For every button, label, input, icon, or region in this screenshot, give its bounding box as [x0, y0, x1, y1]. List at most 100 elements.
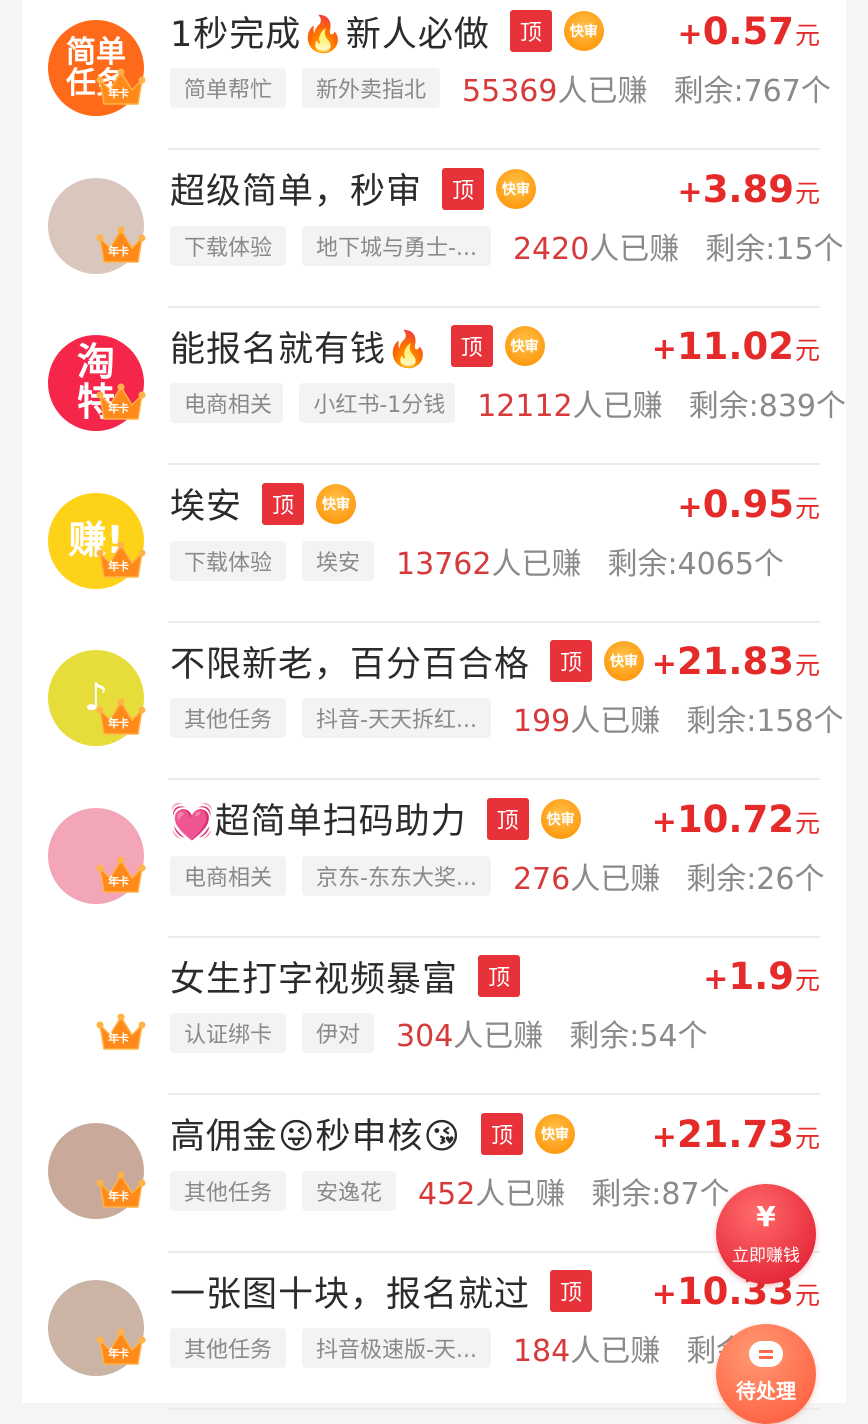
task-reward: +11.02 元 [651, 325, 820, 368]
task-title-row: 💓超简单扫码助力 顶 快审 [170, 794, 581, 844]
remaining-count: 剩余:87个 [591, 1176, 730, 1211]
app-tag: 安逸花 [302, 1170, 397, 1211]
app-tag: 伊对 [302, 1013, 375, 1053]
task-info-row: 电商相关 京东-东东大奖... 276人已赚 剩余:26个 [170, 855, 846, 896]
task-reward: +10.33 元 [651, 1270, 820, 1313]
crown-icon: 年卡 [96, 383, 146, 423]
crown-icon: 年卡 [96, 68, 146, 108]
chat-bubble-icon [749, 1340, 783, 1367]
reward-amount: 1.9 [728, 955, 794, 998]
task-title: 超级简单，秒审 [170, 172, 423, 212]
divider [168, 1408, 820, 1410]
task-title: 女生打字视频暴富 [170, 959, 459, 1000]
task-title-row: 埃安 顶 快审 [170, 479, 357, 529]
category-tag: 简单帮忙 [170, 68, 287, 108]
fast-review-badge: 快审 [563, 11, 604, 51]
top-badge: 顶 [442, 167, 485, 210]
pending-button[interactable]: 待处理 [716, 1324, 816, 1424]
reward-unit: 元 [794, 808, 820, 838]
task-title: 💓超简单扫码助力 [170, 802, 467, 842]
app-tag: 抖音极速版-天... [302, 1328, 491, 1368]
task-info-row: 简单帮忙 新外卖指北 55369人已赚 剩余:767个 [170, 68, 846, 108]
earned-count: 2420人已赚 [512, 231, 680, 266]
earned-count: 452人已赚 [418, 1176, 566, 1211]
top-badge: 顶 [550, 640, 593, 682]
app-tag: 小红书-1分钱 [299, 383, 456, 423]
task-row[interactable]: 年卡 💓超简单扫码助力 顶 快审 +10.72 元 电商相关 京东-东东大奖...… [22, 780, 846, 938]
task-row[interactable]: ♪ 年卡 不限新老，百分百合格 顶 快审 +21.83 元 其他任务 抖音-天天拆… [22, 622, 846, 780]
task-title-row: 不限新老，百分百合格 顶 快审 [170, 636, 645, 686]
task-reward: +21.73 元 [651, 1112, 820, 1156]
fast-review-badge: 快审 [540, 798, 581, 839]
task-info-row: 下载体验 埃安 13762人已赚 剩余:4065个 [170, 540, 846, 581]
task-title: 高佣金😜秒申核😘 [170, 1117, 461, 1157]
task-title-row: 高佣金😜秒申核😘 顶 快审 [170, 1109, 575, 1159]
fast-review-badge: 快审 [534, 1113, 575, 1154]
category-tag: 其他任务 [170, 1328, 287, 1368]
crown-icon: 年卡 [96, 698, 146, 738]
earned-count: 276人已赚 [512, 861, 661, 896]
task-row[interactable]: 赚! 年卡 埃安 顶 快审 +0.95 元 下载体验 埃安 13762人已赚 剩余… [22, 465, 846, 623]
reward-unit: 元 [794, 493, 820, 523]
reward-amount: 0.57 [702, 10, 794, 53]
task-row[interactable]: 简单任务 年卡 1秒完成🔥新人必做 顶 快审 +0.57 元 简单帮忙 新外卖指北… [22, 0, 846, 150]
earned-count: 184人已赚 [512, 1334, 661, 1368]
task-title-row: 女生打字视频暴富 顶 [170, 951, 521, 1001]
task-row[interactable]: 淘特 年卡 能报名就有钱🔥 顶 快审 +11.02 元 电商相关 小红书-1分钱 … [22, 307, 846, 465]
task-title-row: 一张图十块，报名就过 顶 [170, 1266, 593, 1316]
reward-unit: 元 [794, 336, 820, 365]
top-badge: 顶 [486, 797, 529, 840]
task-reward: +1.9 元 [703, 955, 820, 998]
task-reward: +21.83 元 [651, 640, 820, 683]
crown-icon: 年卡 [96, 1171, 146, 1211]
task-row[interactable]: 年卡 超级简单，秒审 顶 快审 +3.89 元 下载体验 地下城与勇士-... 2… [22, 150, 846, 308]
task-title-row: 1秒完成🔥新人必做 顶 快审 [170, 6, 604, 56]
top-badge: 顶 [550, 1270, 593, 1312]
reward-amount: 10.72 [676, 797, 794, 841]
reward-amount: 3.89 [702, 167, 794, 211]
category-tag: 电商相关 [170, 383, 284, 423]
annual-card-label: 年卡 [108, 717, 129, 730]
category-tag: 其他任务 [170, 1170, 287, 1211]
earn-now-label: 立即赚钱 [732, 1245, 800, 1266]
task-info-row: 其他任务 抖音-天天拆红... 199人已赚 剩余:158个 [170, 698, 846, 738]
category-tag: 下载体验 [170, 225, 287, 266]
task-info-row: 下载体验 地下城与勇士-... 2420人已赚 剩余:15个 [170, 225, 846, 266]
remaining-count: 剩余:839个 [688, 389, 846, 423]
task-title: 埃安 [170, 487, 243, 527]
remaining-count: 剩余:54个 [569, 1019, 708, 1053]
reward-unit: 元 [794, 651, 820, 680]
top-badge: 顶 [262, 482, 305, 525]
reward-amount: 11.02 [676, 325, 794, 368]
task-info-row: 认证绑卡 伊对 304人已赚 剩余:54个 [170, 1013, 846, 1053]
crown-icon: 年卡 [96, 226, 146, 266]
task-title-row: 能报名就有钱🔥 顶 快审 [170, 321, 545, 371]
annual-card-label: 年卡 [108, 87, 129, 100]
remaining-count: 剩余:26个 [686, 861, 825, 896]
top-badge: 顶 [480, 1112, 523, 1155]
reward-amount: 21.73 [676, 1112, 794, 1156]
task-list: 简单任务 年卡 1秒完成🔥新人必做 顶 快审 +0.57 元 简单帮忙 新外卖指北… [22, 0, 846, 1410]
crown-icon: 年卡 [96, 1013, 146, 1053]
fast-review-badge: 快审 [316, 483, 357, 524]
crown-icon: 年卡 [96, 856, 146, 896]
fast-review-badge: 快审 [504, 326, 545, 366]
task-title: 不限新老，百分百合格 [170, 644, 531, 685]
remaining-count: 剩余:158个 [686, 704, 844, 738]
app-tag: 抖音-天天拆红... [302, 698, 491, 738]
task-reward: +10.72 元 [651, 797, 820, 841]
earned-count: 55369人已赚 [462, 74, 648, 108]
annual-card-label: 年卡 [108, 559, 129, 573]
crown-icon: 年卡 [96, 541, 146, 581]
earn-now-button[interactable]: ¥ 立即赚钱 [716, 1184, 816, 1284]
remaining-count: 剩余:4065个 [607, 546, 784, 581]
task-title: 一张图十块，报名就过 [170, 1274, 531, 1315]
reward-unit: 元 [794, 178, 820, 208]
earned-count: 199人已赚 [512, 704, 661, 738]
task-title: 1秒完成🔥新人必做 [170, 14, 490, 55]
task-row[interactable]: 年卡 女生打字视频暴富 顶 +1.9 元 认证绑卡 伊对 304人已赚 剩余:54… [22, 937, 846, 1095]
app-tag: 新外卖指北 [302, 68, 441, 108]
category-tag: 电商相关 [170, 855, 287, 896]
task-reward: +0.57 元 [677, 10, 820, 53]
task-title: 能报名就有钱🔥 [170, 329, 431, 370]
